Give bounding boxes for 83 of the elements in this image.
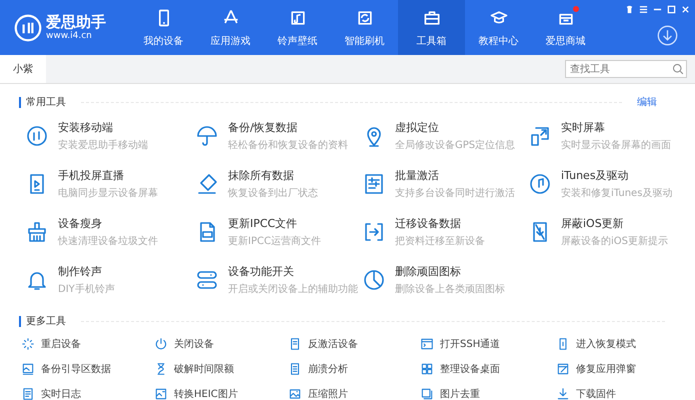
app-url: www.i4.cn (46, 31, 93, 42)
picture-icon[interactable] (288, 386, 302, 400)
nav-tab[interactable]: 教程中心 (465, 0, 532, 55)
tool-link[interactable]: 反激活设备 (308, 336, 358, 350)
tool-title[interactable]: 安装移动端 (58, 120, 148, 134)
download-icon[interactable] (556, 386, 570, 400)
tool-title[interactable]: 迁移设备数据 (395, 216, 485, 230)
tool-description: DIY手机铃声 (58, 282, 115, 296)
shirt-icon[interactable] (624, 4, 635, 15)
section-title: 常用工具 (26, 96, 66, 109)
nav-tab[interactable]: 工具箱 (398, 0, 465, 55)
tool-link[interactable]: 重启设备 (41, 336, 81, 350)
close-icon[interactable] (680, 4, 691, 15)
nav-tab[interactable]: 应用游戏 (197, 0, 264, 55)
section-title: 更多工具 (26, 315, 66, 328)
tool-link[interactable]: 图片去重 (440, 386, 480, 400)
tool-title[interactable]: iTunes及驱动 (561, 168, 672, 182)
tool-link[interactable]: 整理设备桌面 (440, 362, 500, 376)
terminal-window-icon[interactable] (420, 336, 434, 350)
tool-description: 支持多台设备同时进行激活 (395, 186, 515, 200)
brush-icon[interactable] (25, 220, 49, 244)
tool-link[interactable]: 崩溃分析 (308, 362, 348, 376)
tool-description: 更新IPCC运营商文件 (228, 234, 321, 248)
tool-description: 全局修改设备GPS定位信息 (395, 138, 516, 152)
app-name: 爱思助手 (46, 13, 106, 31)
tool-description: 快速清理设备垃圾文件 (58, 234, 158, 248)
tool-description: 开启或关闭设备上的辅助功能 (228, 282, 358, 296)
tool-link[interactable]: 实时日志 (41, 386, 81, 400)
tool-title[interactable]: 屏蔽iOS更新 (561, 216, 668, 230)
tool-link[interactable]: 备份引导区数据 (41, 362, 111, 376)
tool-title[interactable]: 备份/恢复数据 (228, 120, 348, 134)
tool-title[interactable]: 设备瘦身 (58, 216, 158, 230)
tool-link[interactable]: 下载固件 (576, 386, 616, 400)
tool-link[interactable]: 破解时间限额 (174, 362, 234, 376)
search-icon (672, 63, 684, 75)
tool-title[interactable]: 抹除所有数据 (228, 168, 318, 182)
tool-link[interactable]: 打开SSH通道 (440, 336, 500, 350)
nav-tab[interactable]: 铃声壁纸 (264, 0, 331, 55)
nav-tab[interactable]: 我的设备 (130, 0, 197, 55)
tool-description: 安装爱思助手移动端 (58, 138, 148, 152)
tool-link[interactable]: 关闭设备 (174, 336, 214, 350)
pencil-window-icon[interactable] (556, 362, 570, 376)
checklist-icon[interactable] (288, 362, 302, 376)
umbrella-icon[interactable] (195, 124, 219, 148)
pie-chart-icon[interactable] (362, 268, 386, 292)
tool-description: 恢复设备到出厂状态 (228, 186, 318, 200)
tool-title[interactable]: 制作铃声 (58, 264, 115, 278)
image-frame-icon[interactable] (21, 362, 35, 376)
nav-tab[interactable]: 爱思商城 (532, 0, 599, 55)
tool-link[interactable]: 压缩照片 (308, 386, 348, 400)
device-tab[interactable]: 小紫 (0, 55, 46, 83)
photos-icon[interactable] (420, 386, 434, 400)
logo-icon (14, 14, 42, 42)
document-icon[interactable] (288, 336, 302, 350)
maximize-icon[interactable] (666, 4, 677, 15)
tool-description: 安装和修复iTunes及驱动 (561, 186, 672, 200)
power-icon[interactable] (154, 336, 168, 350)
nav-tab[interactable]: 智能刷机 (331, 0, 398, 55)
grid-icon[interactable] (420, 362, 434, 376)
search-field[interactable]: 查找工具 (565, 60, 687, 78)
tool-description: 轻松备份和恢复设备的资料 (228, 138, 348, 152)
menu-icon[interactable] (638, 4, 649, 15)
spinner-icon[interactable] (21, 336, 35, 350)
tool-link[interactable]: 修复应用弹窗 (576, 362, 636, 376)
tool-description: 实时显示设备屏幕的画面 (561, 138, 671, 152)
tool-description: 把资料迁移至新设备 (395, 234, 485, 248)
tool-description: 屏蔽设备的iOS更新提示 (561, 234, 668, 248)
tool-title[interactable]: 更新IPCC文件 (228, 216, 321, 230)
sliders-icon[interactable] (362, 172, 386, 196)
tool-title[interactable]: 删除顽固图标 (395, 264, 505, 278)
tool-title[interactable]: 批量激活 (395, 168, 515, 182)
tool-link[interactable]: 转换HEIC图片 (174, 386, 238, 400)
tool-title[interactable]: 设备功能开关 (228, 264, 358, 278)
tool-link[interactable]: 进入恢复模式 (576, 336, 636, 350)
tool-title[interactable]: 实时屏幕 (561, 120, 671, 134)
tool-description: 删除设备上各类顽固图标 (395, 282, 505, 296)
edit-link[interactable]: 编辑 (637, 95, 657, 109)
tool-description: 电脑同步显示设备屏幕 (58, 186, 158, 200)
mobile-app-icon[interactable] (25, 124, 49, 148)
note-icon[interactable] (21, 386, 35, 400)
tool-title[interactable]: 虚拟定位 (395, 120, 516, 134)
tool-title[interactable]: 手机投屏直播 (58, 168, 158, 182)
image-edit-icon[interactable] (154, 386, 168, 400)
